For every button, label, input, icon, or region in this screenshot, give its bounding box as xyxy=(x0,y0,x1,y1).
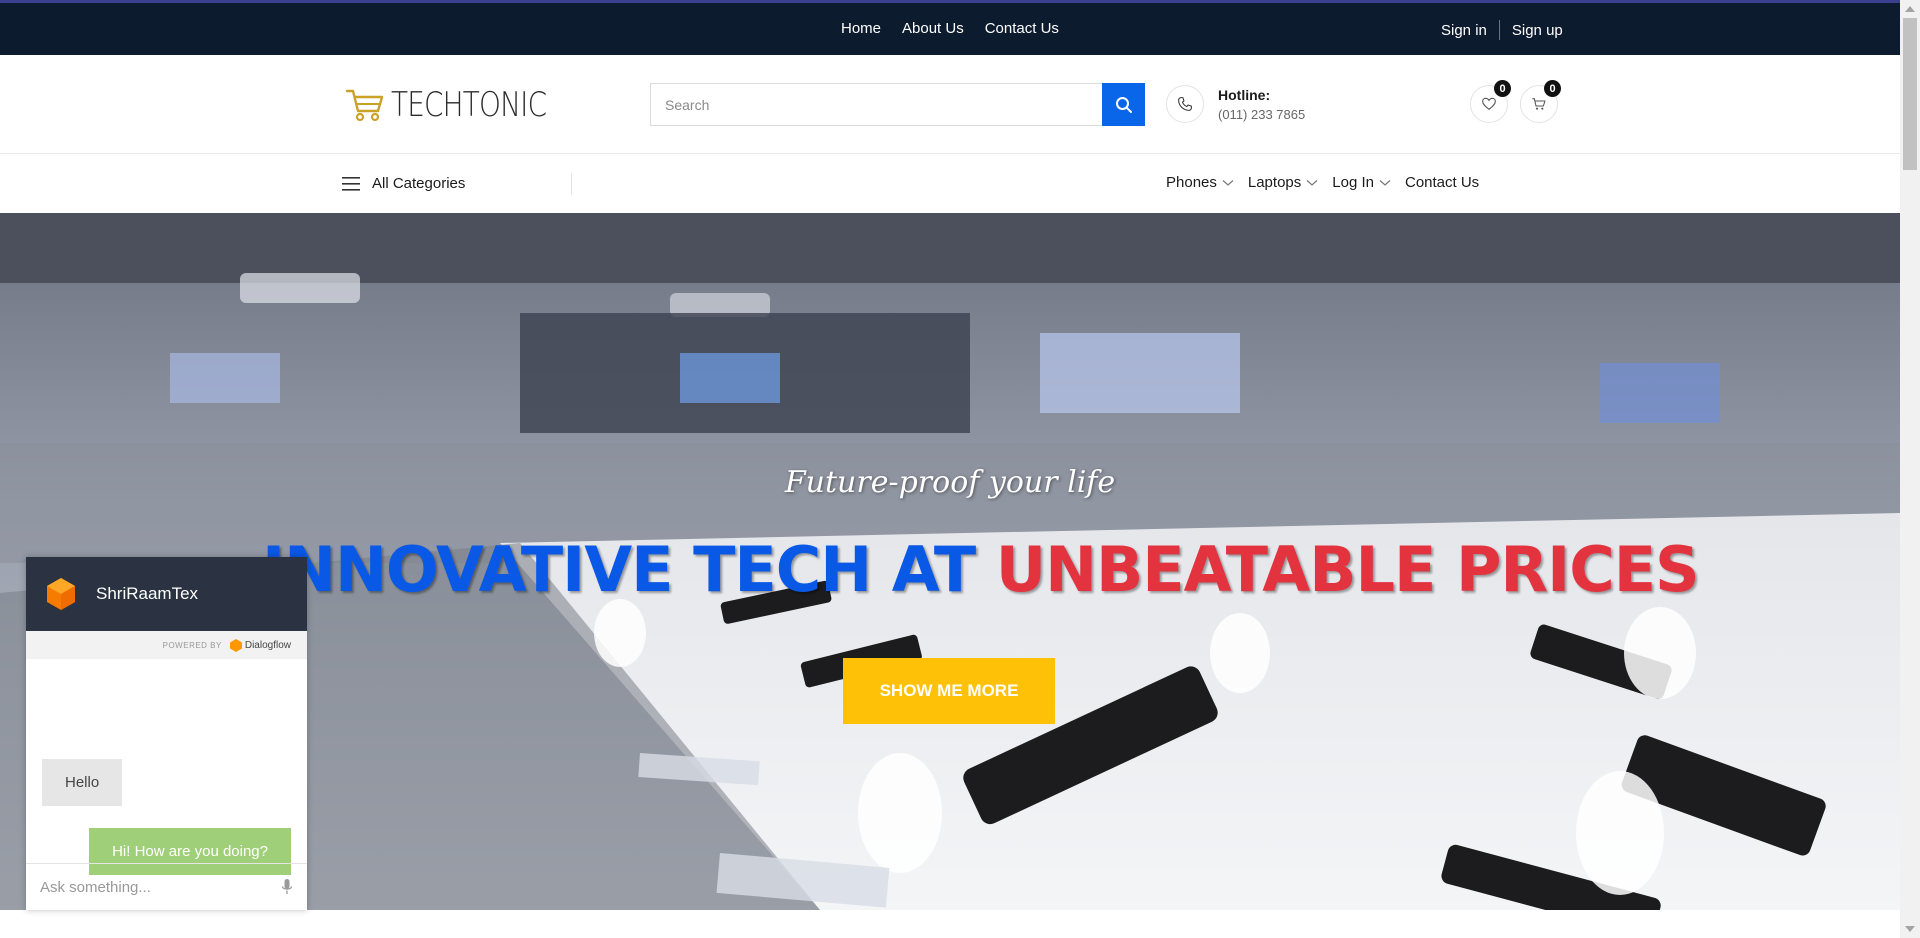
search-input[interactable] xyxy=(651,84,1102,125)
chat-widget: ShriRaamTex POWERED BY Dialogflow Hello … xyxy=(26,557,307,910)
scroll-up-arrow[interactable] xyxy=(1905,6,1915,12)
menu-item-log-in[interactable]: Log In xyxy=(1332,174,1391,191)
search-bar xyxy=(650,83,1145,126)
menu-item-label: Log In xyxy=(1332,174,1374,191)
nav-divider xyxy=(571,173,572,195)
auth-divider xyxy=(1498,20,1500,40)
chat-bot-name: ShriRaamTex xyxy=(96,584,199,603)
search-icon xyxy=(1115,96,1132,113)
logo-text: TECHTONIC xyxy=(391,85,547,125)
microphone-icon[interactable] xyxy=(281,878,293,896)
shopping-cart-icon xyxy=(345,89,384,122)
top-nav-contact-us[interactable]: Contact Us xyxy=(985,20,1059,37)
chat-input[interactable] xyxy=(40,878,281,896)
scrollbar-thumb[interactable] xyxy=(1903,18,1917,170)
dialogflow-brand: Dialogflow xyxy=(229,638,291,652)
chat-header[interactable]: ShriRaamTex xyxy=(26,557,307,631)
menu-item-label: Laptops xyxy=(1247,174,1302,191)
menu-item-label: Contact Us xyxy=(1404,174,1480,191)
hotline-text: Hotline: (011) 233 7865 xyxy=(1218,87,1305,122)
chat-input-bar xyxy=(26,863,307,910)
search-button[interactable] xyxy=(1102,83,1145,126)
heart-icon xyxy=(1482,97,1496,111)
chevron-down-icon xyxy=(1306,179,1318,186)
hamburger-icon xyxy=(342,176,360,191)
cart-count-badge: 0 xyxy=(1544,80,1561,97)
menu-item-laptops[interactable]: Laptops xyxy=(1248,174,1318,191)
page-scrollbar[interactable] xyxy=(1900,0,1920,938)
category-nav: All Categories Phones Laptops Log In Con… xyxy=(0,155,1900,213)
site-header: TECHTONIC Hotline: (011) 233 7865 0 xyxy=(0,55,1900,154)
top-bar: Home About Us Contact Us Sign in Sign up xyxy=(0,0,1900,55)
chat-bot-avatar-icon xyxy=(47,578,75,610)
main-menu: Phones Laptops Log In Contact Us xyxy=(1166,174,1479,191)
chevron-down-icon xyxy=(1222,179,1234,186)
dialogflow-label: Dialogflow xyxy=(244,639,291,651)
cart-icon xyxy=(1532,98,1546,110)
phone-icon-wrap xyxy=(1166,85,1204,123)
hotline: Hotline: (011) 233 7865 xyxy=(1166,85,1305,123)
wishlist-count-badge: 0 xyxy=(1494,80,1511,97)
cart-button[interactable]: 0 xyxy=(1520,80,1561,123)
sign-up-link[interactable]: Sign up xyxy=(1512,22,1563,39)
site-logo[interactable]: TECHTONIC xyxy=(345,85,580,125)
top-nav-home[interactable]: Home xyxy=(841,20,881,37)
hero-headline-part1: INNOVATIVE TECH AT xyxy=(262,533,996,606)
show-me-more-button[interactable]: SHOW ME MORE xyxy=(843,658,1055,724)
sign-in-link[interactable]: Sign in xyxy=(1441,22,1487,39)
menu-item-contact-us[interactable]: Contact Us xyxy=(1405,174,1479,191)
menu-item-phones[interactable]: Phones xyxy=(1166,174,1234,191)
auth-links: Sign in Sign up xyxy=(1441,20,1563,40)
chevron-down-icon xyxy=(1379,179,1391,186)
top-nav-about-us[interactable]: About Us xyxy=(902,20,964,37)
hotline-number[interactable]: (011) 233 7865 xyxy=(1218,107,1305,122)
hotline-label: Hotline: xyxy=(1218,86,1271,103)
chat-message-user: Hello xyxy=(42,759,123,806)
top-nav: Home About Us Contact Us xyxy=(841,20,1059,37)
hero-headline: INNOVATIVE TECH AT UNBEATABLE PRICES xyxy=(262,533,1700,606)
powered-by-label: POWERED BY xyxy=(162,640,222,650)
hero-headline-part2: UNBEATABLE PRICES xyxy=(995,533,1700,606)
menu-item-label: Phones xyxy=(1166,174,1217,191)
dialogflow-logo-icon xyxy=(229,638,242,652)
wishlist-button[interactable]: 0 xyxy=(1470,80,1511,123)
scroll-down-arrow[interactable] xyxy=(1905,926,1915,932)
phone-icon xyxy=(1178,97,1192,111)
header-icons: 0 0 xyxy=(1470,80,1561,123)
all-categories-button[interactable]: All Categories xyxy=(342,175,465,192)
hero-tagline: Future-proof your life xyxy=(784,465,1116,500)
chat-powered-by: POWERED BY Dialogflow xyxy=(26,631,307,659)
all-categories-label: All Categories xyxy=(372,175,466,192)
